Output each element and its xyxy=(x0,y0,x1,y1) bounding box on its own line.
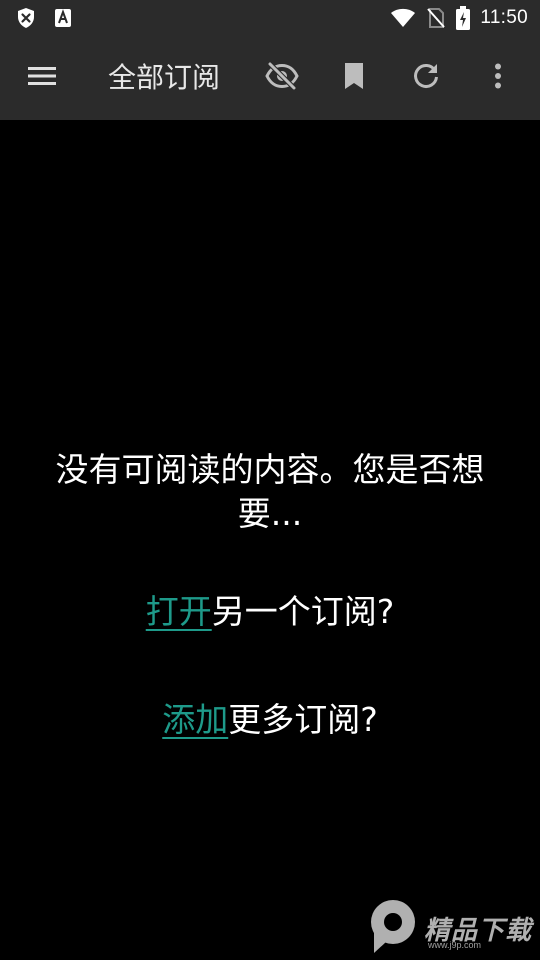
hide-read-button[interactable] xyxy=(254,36,310,120)
add-subscription-line: 添加更多订阅? xyxy=(0,698,540,742)
shield-x-icon xyxy=(16,7,36,29)
refresh-icon xyxy=(412,62,440,94)
toolbar: 全部订阅 xyxy=(0,36,540,120)
add-link[interactable]: 添加 xyxy=(162,700,228,739)
open-link[interactable]: 打开 xyxy=(146,592,212,631)
more-options-button[interactable] xyxy=(470,36,526,120)
add-line-text: 更多订阅? xyxy=(228,700,378,739)
bookmark-icon xyxy=(343,62,365,94)
open-line-text: 另一个订阅? xyxy=(211,592,395,631)
watermark-logo-icon xyxy=(366,898,420,958)
bookmark-button[interactable] xyxy=(326,36,382,120)
refresh-button[interactable] xyxy=(398,36,454,120)
watermark-sub: www.j9p.com xyxy=(428,940,482,950)
eye-off-icon xyxy=(265,62,299,94)
no-sim-icon xyxy=(426,7,446,29)
status-left xyxy=(16,7,72,29)
page-title: 全部订阅 xyxy=(108,61,221,94)
open-subscription-line: 打开另一个订阅? xyxy=(0,590,540,634)
font-a-icon xyxy=(54,8,72,28)
menu-button[interactable] xyxy=(14,36,70,120)
status-time: 11:50 xyxy=(480,7,528,28)
battery-charging-icon xyxy=(456,6,471,30)
status-bar: 11:50 xyxy=(0,0,540,36)
empty-state: 没有可阅读的内容。您是否想要... 打开另一个订阅? 添加更多订阅? xyxy=(0,448,540,742)
more-vert-icon xyxy=(494,63,502,93)
menu-icon xyxy=(27,65,57,91)
status-right: 11:50 xyxy=(390,6,528,30)
empty-message: 没有可阅读的内容。您是否想要... xyxy=(55,450,485,533)
watermark: 精品下载 www.j9p.com xyxy=(366,896,536,956)
wifi-icon xyxy=(390,8,416,28)
